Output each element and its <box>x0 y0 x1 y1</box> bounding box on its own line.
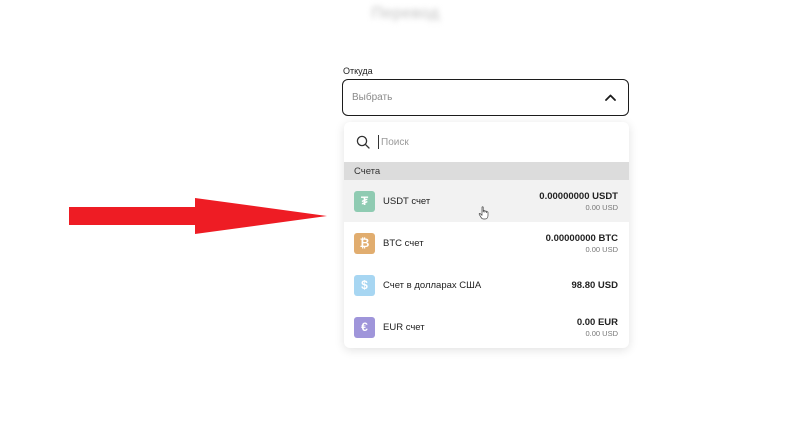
search-icon <box>356 135 370 149</box>
account-name: Счет в долларах США <box>383 279 482 291</box>
account-dropdown: Счета ₮ USDT счет 0.00000000 USDT 0.00 U… <box>344 122 629 348</box>
search-row <box>344 122 629 162</box>
from-select-placeholder: Выбрать <box>352 92 393 103</box>
account-row-btc[interactable]: ₿ BTC счет 0.00000000 BTC 0.00 USD <box>344 222 629 264</box>
from-field-label: Откуда <box>343 66 373 76</box>
page-title: Перевод <box>371 5 440 22</box>
account-name: EUR счет <box>383 321 425 333</box>
account-balance-usd: 0.00 USD <box>585 244 618 254</box>
section-header-accounts: Счета <box>344 162 629 180</box>
hand-cursor-icon <box>478 206 489 220</box>
euro-icon: € <box>354 316 375 338</box>
account-balance: 0.00000000 BTC <box>545 232 618 244</box>
red-arrow-pointer <box>69 198 327 234</box>
from-select[interactable]: Выбрать <box>342 79 629 116</box>
account-row-usd[interactable]: $ Счет в долларах США 98.80 USD <box>344 264 629 306</box>
chevron-up-icon[interactable] <box>604 92 616 104</box>
account-row-eur[interactable]: € EUR счет 0.00 EUR 0.00 USD <box>344 306 629 348</box>
account-balance: 0.00000000 USDT <box>539 190 618 202</box>
text-caret <box>378 135 379 149</box>
search-input[interactable] <box>381 136 581 148</box>
bitcoin-icon: ₿ <box>354 232 375 254</box>
account-name: BTC счет <box>383 237 424 249</box>
tether-icon: ₮ <box>354 190 375 212</box>
account-balance-usd: 0.00 USD <box>585 202 618 212</box>
dollar-icon: $ <box>354 274 375 296</box>
account-balance: 98.80 USD <box>571 279 618 291</box>
account-balance-usd: 0.00 USD <box>585 328 618 338</box>
account-name: USDT счет <box>383 195 431 207</box>
account-balance: 0.00 EUR <box>576 316 618 328</box>
